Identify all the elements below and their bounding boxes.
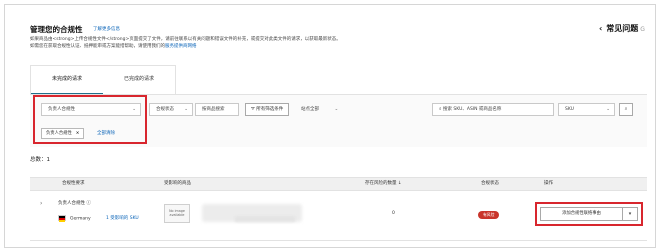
search-button[interactable]: ⌕ [619,103,633,116]
product-search-input[interactable]: 按商品搜索 [195,103,239,116]
at-risk-count: 0 [392,211,395,216]
column-header-at-risk[interactable]: 存在风险的数量 ↓ [365,178,402,190]
chevron-down-icon: ⌄ [334,107,339,112]
country-cell: Germany [58,215,91,222]
product-search-placeholder: 按商品搜索 [202,107,225,112]
page-frame: 管理您的合规性 了解更多信息 如果商品由<strong>上传合规性文件</str… [4,4,656,248]
germany-flag-icon [58,215,66,222]
faq-label: 常见问题 [606,24,639,33]
status-badge: 有风险 [478,211,500,219]
highlight-box-filters [33,95,147,144]
tab-completed-requests[interactable]: 已完成的请求 [103,66,175,95]
table-row: › 负责人合规性 ⓘ Germany 1 受影响的 SKU No image a… [30,191,647,241]
all-filters-label: 所有筛选条件 [256,107,284,112]
page-title: 管理您的合规性 [30,25,83,34]
column-header-affected-products[interactable]: 受影响的商品 [164,178,191,190]
description-text: 如需您在获取合规性认证、抵押能审或方案能措帮助，请使用我们的 [30,44,165,49]
product-thumbnail: No image available [164,204,190,223]
country-name: Germany [70,216,91,222]
service-provider-link[interactable]: 服务提供商网络 [165,44,197,49]
sku-type-value: SKU [565,107,574,112]
chevron-down-icon: ⌄ [606,107,610,112]
description-line-2: 如需您在获取合规性认证、抵押能审或方案能措帮助，请使用我们的服务提供商网络 [30,43,197,49]
total-value: 1 [46,157,51,163]
marketplace-select[interactable]: 站点全部 ⌄ [301,103,338,116]
column-header-actions: 操作 [544,181,553,186]
all-filters-button[interactable]: ⛛ 所有筛选条件 [245,103,290,116]
faq-toggle[interactable]: ‹ 常见问题 G [599,23,645,34]
search-icon: ⌕ [624,107,628,112]
tab-bar: 未完成的请求 已完成的请求 [30,65,176,95]
total-label: 总数： [30,157,47,163]
redacted-product-detail [235,216,295,222]
status-filter-value: 合规状态 [156,107,174,112]
column-header-requirement[interactable]: 合规性要求 [62,178,85,190]
learn-more-link[interactable]: 了解更多信息 [93,26,120,32]
requirement-name: 负责人合规性 ⓘ [58,201,91,206]
tab-open-requests[interactable]: 未完成的请求 [31,66,103,95]
table-header: 合规性要求 受影响的商品 存在风险的数量 ↓ 合规状态 操作 [30,177,647,191]
chevron-down-icon: ⌄ [184,107,188,112]
highlight-box-action [535,202,643,226]
marketplace-value: 站点全部 [301,107,319,112]
sku-search-placeholder: 搜索 SKU、ASIN 或商品名称 [442,107,502,112]
chevron-left-icon: ‹ [599,24,603,33]
faq-badge: G [640,26,645,33]
affected-sku-link[interactable]: 1 受影响的 SKU [106,215,139,221]
status-filter-select[interactable]: 合规状态 ⌄ [149,103,193,116]
total-count: 总数：1 [30,155,50,163]
column-header-status[interactable]: 合规状态 [481,178,499,190]
sku-search-input[interactable]: ⌕ 搜索 SKU、ASIN 或商品名称 [432,103,554,116]
description-line-1: 如果商品由<strong>上传合规性文件</strong>页面提交了文件，请前往… [30,37,341,42]
sku-type-select[interactable]: SKU ⌄ [558,103,615,116]
expand-row-icon[interactable]: › [40,200,42,207]
